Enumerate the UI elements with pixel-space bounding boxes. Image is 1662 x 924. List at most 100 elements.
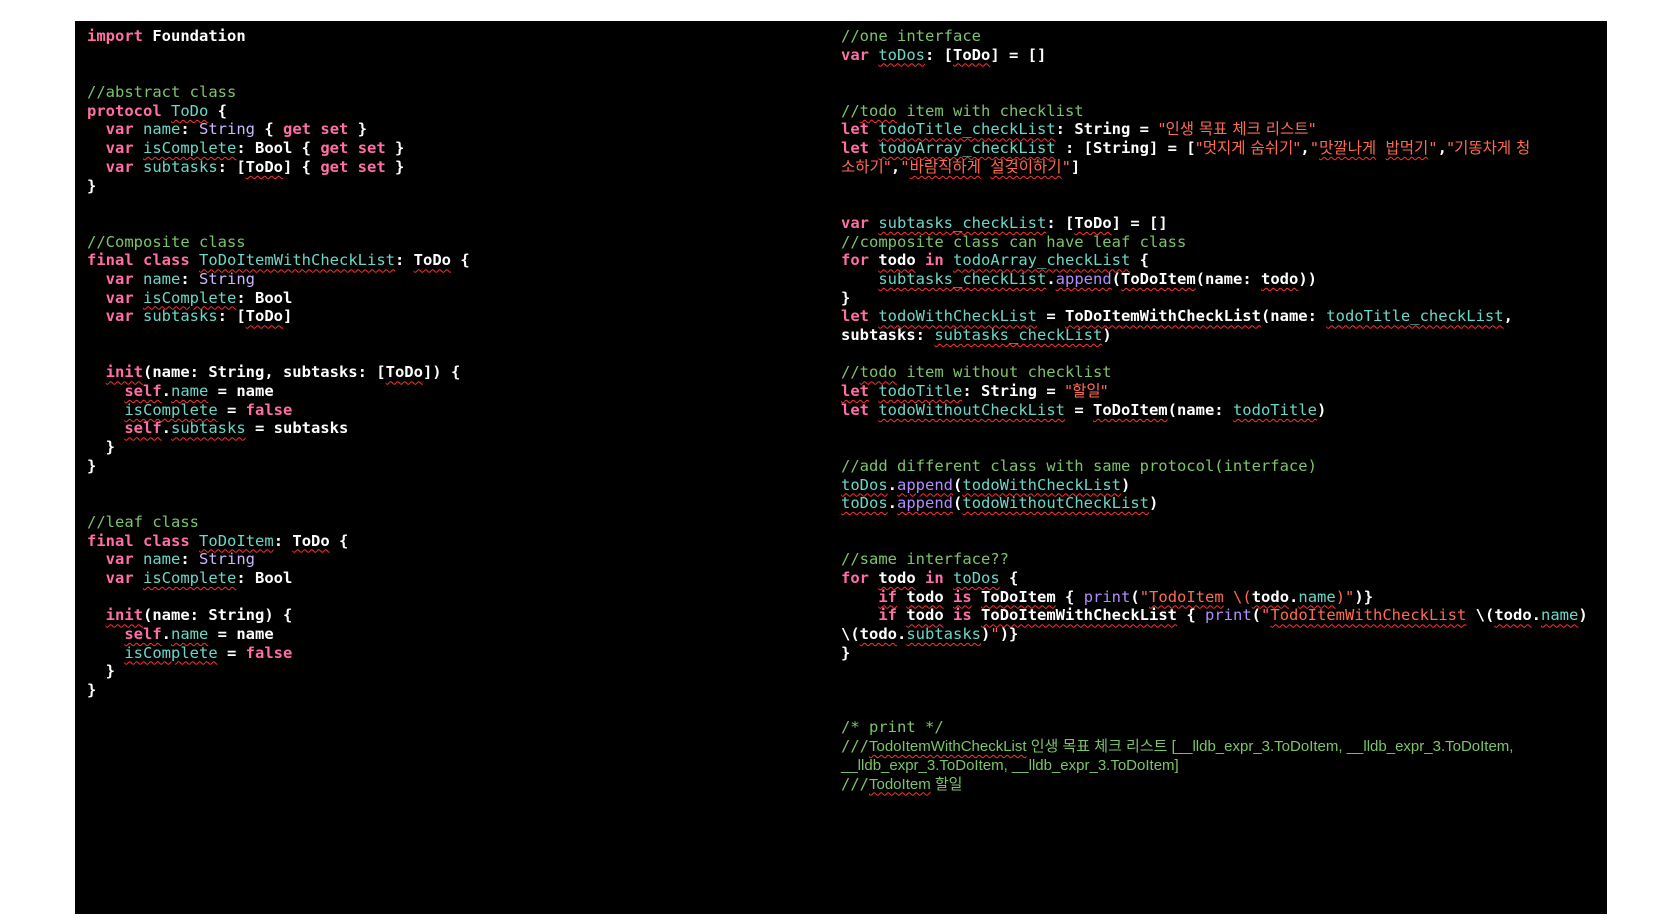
code-line[interactable]: //Composite class	[87, 233, 827, 252]
code-line[interactable]: isComplete = false	[87, 644, 827, 663]
code-line[interactable]	[841, 64, 1601, 83]
code-line[interactable]	[841, 83, 1601, 102]
code-line[interactable]: for todo in toDos {	[841, 569, 1601, 588]
code-line[interactable]: //abstract class	[87, 83, 827, 102]
code-line[interactable]: }	[87, 681, 827, 700]
code-line[interactable]: let todoWithoutCheckList = ToDoItem(name…	[841, 401, 1601, 420]
code-token: ,	[890, 157, 901, 176]
code-line[interactable]: let todoArray_checkList : [String] = ["멋…	[841, 139, 1601, 158]
code-line[interactable]: var name: String { get set }	[87, 120, 827, 139]
code-line[interactable]	[87, 345, 827, 364]
code-line[interactable]: //add different class with same protocol…	[841, 457, 1601, 476]
code-line[interactable]: toDos.append(todoWithoutCheckList)	[841, 494, 1601, 513]
code-token: get	[283, 120, 312, 139]
code-line[interactable]: let todoWithCheckList = ToDoItemWithChec…	[841, 307, 1601, 326]
code-line[interactable]: init(name: String) {	[87, 606, 827, 625]
code-line[interactable]	[87, 588, 827, 607]
code-line[interactable]	[841, 662, 1601, 681]
code-line[interactable]: subtasks_checkList.append(ToDoItem(name:…	[841, 270, 1601, 289]
code-token: ToDoItem	[1121, 269, 1196, 288]
code-line[interactable]: final class ToDoItemWithCheckList: ToDo …	[87, 251, 827, 270]
code-token: final	[87, 251, 134, 270]
code-line[interactable]: \(todo.subtasks)")}	[841, 625, 1601, 644]
code-line[interactable]: import Foundation	[87, 27, 827, 46]
code-token: todoArray_checkList	[878, 139, 1056, 158]
code-line[interactable]	[87, 195, 827, 214]
code-line[interactable]: var name: String	[87, 550, 827, 569]
code-line[interactable]: __lldb_expr_3.ToDoItem, __lldb_expr_3.To…	[841, 756, 1601, 775]
code-line[interactable]: for todo in todoArray_checkList {	[841, 251, 1601, 270]
code-line[interactable]	[841, 700, 1601, 719]
code-token: = name	[208, 382, 274, 401]
code-line[interactable]: }	[87, 662, 827, 681]
code-line[interactable]: 소하기","바람직하게 설겆이하기"]	[841, 158, 1601, 177]
code-line[interactable]: subtasks: subtasks_checkList)	[841, 326, 1601, 345]
code-token: in	[925, 251, 944, 270]
code-line[interactable]: //one interface	[841, 27, 1601, 46]
code-line[interactable]: var isComplete: Bool	[87, 569, 827, 588]
code-line[interactable]: protocol ToDo {	[87, 102, 827, 121]
code-token: .	[161, 419, 171, 438]
code-token: var	[105, 307, 134, 326]
code-line[interactable]: ///TodoItemWithCheckList 인생 목표 체크 리스트 [_…	[841, 737, 1601, 756]
code-line[interactable]: //composite class can have leaf class	[841, 233, 1601, 252]
code-line[interactable]: isComplete = false	[87, 401, 827, 420]
code-line[interactable]: /* print */	[841, 718, 1601, 737]
code-line[interactable]	[841, 177, 1601, 196]
code-line[interactable]: }	[841, 644, 1601, 663]
code-line[interactable]: var subtasks: [ToDo] { get set }	[87, 158, 827, 177]
code-line[interactable]: self.subtasks = subtasks	[87, 419, 827, 438]
code-line[interactable]: var isComplete: Bool	[87, 289, 827, 308]
code-line[interactable]: //leaf class	[87, 513, 827, 532]
code-line[interactable]: if todo is ToDoItem { print("TodoItem \(…	[841, 588, 1601, 607]
code-line[interactable]	[841, 438, 1601, 457]
code-line[interactable]	[87, 214, 827, 233]
code-line[interactable]	[87, 64, 827, 83]
code-line[interactable]	[841, 195, 1601, 214]
code-line[interactable]: }	[841, 289, 1601, 308]
code-line[interactable]: }	[87, 438, 827, 457]
code-line[interactable]: var subtasks: [ToDo]	[87, 307, 827, 326]
code-line[interactable]: //todo item with checklist	[841, 102, 1601, 121]
code-token: =	[1036, 307, 1065, 326]
code-token: var	[841, 45, 869, 64]
code-token: TodoItemWithCheckList	[869, 738, 1027, 756]
code-line[interactable]	[841, 513, 1601, 532]
code-line[interactable]: if todo is ToDoItemWithCheckList { print…	[841, 606, 1601, 625]
code-line[interactable]: let todoTitle: String = "할일"	[841, 382, 1601, 401]
code-token: \(	[841, 625, 860, 643]
code-line[interactable]: toDos.append(todoWithCheckList)	[841, 476, 1601, 495]
code-line[interactable]: var subtasks_checkList: [ToDo] = []	[841, 214, 1601, 233]
code-line[interactable]	[87, 476, 827, 495]
code-line[interactable]: }	[87, 177, 827, 196]
code-line[interactable]: init(name: String, subtasks: [ToDo]) {	[87, 363, 827, 382]
code-line[interactable]	[841, 419, 1601, 438]
code-line[interactable]: }	[87, 457, 827, 476]
code-line[interactable]: self.name = name	[87, 382, 827, 401]
code-token: ToDoItem	[199, 531, 274, 550]
code-editor[interactable]: import Foundation //abstract class protoco…	[75, 21, 1607, 914]
code-line[interactable]	[841, 532, 1601, 551]
code-line[interactable]: ///TodoItem 할일	[841, 775, 1601, 794]
code-line[interactable]: var toDos: [ToDo] = []	[841, 46, 1601, 65]
code-line[interactable]: let todoTitle_checkList: String = "인생 목표…	[841, 120, 1601, 139]
code-line[interactable]	[841, 681, 1601, 700]
code-line[interactable]	[87, 46, 827, 65]
code-line[interactable]: var isComplete: Bool { get set }	[87, 139, 827, 158]
code-line[interactable]: self.name = name	[87, 625, 827, 644]
code-column-right: //one interface var toDos: [ToDo] = [] //t…	[841, 27, 1601, 793]
code-line[interactable]: //same interface??	[841, 550, 1601, 569]
code-line[interactable]: final class ToDoItem: ToDo {	[87, 532, 827, 551]
code-token: {	[255, 120, 284, 139]
code-line[interactable]: //todo item without checklist	[841, 363, 1601, 382]
code-line[interactable]	[87, 326, 827, 345]
code-token: "	[1061, 157, 1071, 176]
code-line[interactable]	[841, 345, 1601, 364]
code-line[interactable]: var name: String	[87, 270, 827, 289]
code-token: }	[87, 681, 97, 700]
code-line[interactable]	[87, 494, 827, 513]
code-token: : Bool	[236, 568, 293, 587]
